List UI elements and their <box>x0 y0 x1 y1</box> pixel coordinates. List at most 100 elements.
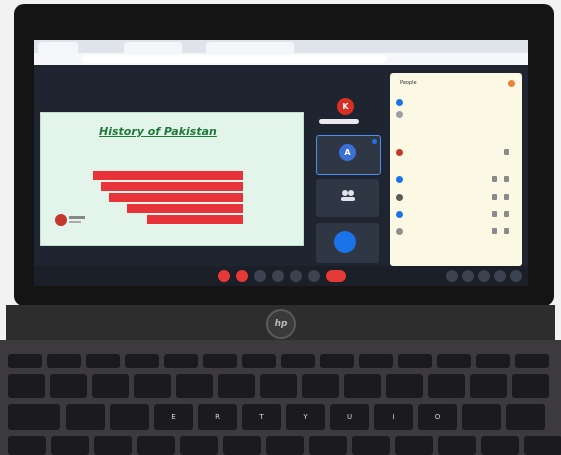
raise-hand-button[interactable] <box>272 270 284 282</box>
function-key <box>515 354 549 368</box>
keyboard-deck: ERTYUIO <box>0 340 561 455</box>
people-panel: People <box>390 73 522 266</box>
search-icon <box>396 111 403 118</box>
keyboard-key <box>470 374 507 398</box>
meeting-title-bar <box>34 65 410 79</box>
function-key <box>47 354 81 368</box>
keyboard-key <box>512 374 549 398</box>
avatar: K <box>337 98 354 115</box>
participant-tile[interactable] <box>316 223 379 263</box>
keyboard-key: R <box>198 404 237 430</box>
laptop-display: History of Pakistan K A People <box>34 40 528 286</box>
keyboard-key <box>395 436 433 455</box>
keyboard-key <box>266 436 304 455</box>
function-key <box>359 354 393 368</box>
keyboard-key <box>309 436 347 455</box>
leave-call-button[interactable] <box>326 270 346 282</box>
browser-tab[interactable] <box>124 42 182 53</box>
keyboard-key <box>180 436 218 455</box>
meeting-controls-bar <box>34 266 528 286</box>
keyboard-key: T <box>242 404 281 430</box>
function-key <box>398 354 432 368</box>
keyboard-key: U <box>330 404 369 430</box>
avatar <box>396 194 403 201</box>
photo-scene: History of Pakistan K A People hp E R T … <box>0 0 561 455</box>
people-group-icon <box>341 190 355 201</box>
browser-tab-active[interactable] <box>206 42 294 53</box>
browser-tab[interactable] <box>38 42 78 53</box>
pin-icon[interactable] <box>492 176 497 182</box>
address-bar[interactable] <box>82 55 387 63</box>
keyboard-key <box>302 374 339 398</box>
keyboard-key <box>176 374 213 398</box>
shared-presentation: History of Pakistan <box>40 112 304 246</box>
participant-tile[interactable] <box>316 179 379 217</box>
participant-row[interactable] <box>396 210 516 220</box>
microphone-icon[interactable] <box>504 176 509 182</box>
function-key <box>476 354 510 368</box>
slide-text-bar <box>93 171 243 180</box>
people-button[interactable] <box>462 270 474 282</box>
browser-tab-strip <box>34 40 528 53</box>
pin-icon[interactable] <box>492 194 497 200</box>
search-row[interactable] <box>396 110 516 120</box>
participant-name-chip <box>319 119 359 124</box>
avatar <box>396 228 403 235</box>
close-icon[interactable] <box>508 80 515 87</box>
avatar: A <box>339 144 356 161</box>
participant-row[interactable] <box>396 227 516 237</box>
activities-button[interactable] <box>494 270 506 282</box>
participant-row[interactable] <box>396 148 516 158</box>
keyboard-key: O <box>418 404 457 430</box>
keyboard-key <box>428 374 465 398</box>
avatar <box>396 211 403 218</box>
function-key <box>125 354 159 368</box>
participant-row[interactable] <box>396 175 516 185</box>
microphone-off-button[interactable] <box>218 270 230 282</box>
keyboard-key <box>92 374 129 398</box>
slide-text-bar <box>127 204 243 213</box>
panel-title: People <box>400 80 417 86</box>
keyboard-key <box>223 436 261 455</box>
chat-button[interactable] <box>478 270 490 282</box>
function-key <box>203 354 237 368</box>
function-key <box>437 354 471 368</box>
camera-off-button[interactable] <box>236 270 248 282</box>
info-button[interactable] <box>446 270 458 282</box>
keyboard-key <box>51 436 89 455</box>
function-key <box>8 354 42 368</box>
pin-icon[interactable] <box>492 228 497 234</box>
keyboard-key <box>524 436 561 455</box>
keyboard-key <box>344 374 381 398</box>
keyboard-key: I <box>374 404 413 430</box>
participant-tile[interactable]: A <box>316 135 381 175</box>
captions-button[interactable] <box>254 270 266 282</box>
keyboard-key <box>481 436 519 455</box>
microphone-icon[interactable] <box>504 211 509 217</box>
pin-icon[interactable] <box>492 211 497 217</box>
participant-row[interactable] <box>396 193 516 203</box>
add-people-row[interactable] <box>396 98 516 108</box>
keyboard-key <box>352 436 390 455</box>
keyboard-key <box>137 436 175 455</box>
function-key <box>281 354 315 368</box>
participant-tile[interactable]: K <box>317 92 377 126</box>
microphone-icon[interactable] <box>504 194 509 200</box>
tab-key <box>8 404 60 430</box>
keyboard-key: E <box>154 404 193 430</box>
function-key <box>242 354 276 368</box>
slide-text-bar <box>147 215 243 224</box>
microphone-icon[interactable] <box>504 228 509 234</box>
microphone-icon[interactable] <box>504 149 509 155</box>
keyboard-key <box>438 436 476 455</box>
speaking-indicator-icon <box>372 139 377 144</box>
avatar <box>396 176 403 183</box>
host-controls-button[interactable] <box>510 270 522 282</box>
slide-text-bar <box>101 182 243 191</box>
keyboard-key <box>218 374 255 398</box>
keyboard-key <box>66 404 105 430</box>
more-options-button[interactable] <box>308 270 320 282</box>
avatar <box>334 231 356 253</box>
keyboard-key <box>8 374 45 398</box>
present-button[interactable] <box>290 270 302 282</box>
